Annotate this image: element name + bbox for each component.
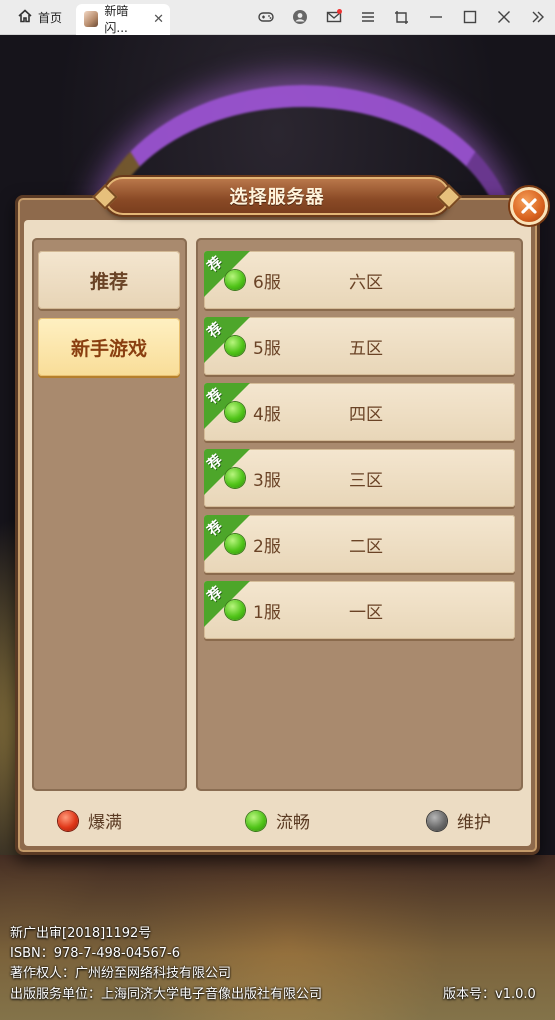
- status-smooth-icon: [225, 534, 245, 554]
- game-tab-label: 新暗闪...: [104, 4, 129, 35]
- copyright-holder: 著作权人：广州纷至网络科技有限公司: [10, 966, 232, 981]
- tab-close-icon[interactable]: ✕: [153, 12, 164, 27]
- menu-icon[interactable]: [351, 0, 385, 35]
- status-full-icon: [58, 810, 78, 831]
- status-smooth-icon: [225, 336, 245, 356]
- legend-full-label: 爆满: [88, 813, 122, 833]
- server-row[interactable]: 荐 2服 二区: [204, 515, 515, 573]
- status-maintenance-icon: [427, 810, 447, 831]
- category-recommended[interactable]: 推荐: [38, 251, 180, 309]
- publisher-text: 出版服务单位：上海同济大学电子音像出版社有限公司: [10, 987, 323, 1002]
- close-window-icon[interactable]: [487, 0, 521, 35]
- gamepad-icon[interactable]: [249, 0, 283, 35]
- server-row[interactable]: 荐 1服 一区: [204, 581, 515, 639]
- legend-full: 爆满: [58, 808, 122, 833]
- browser-toolbar: 首页 新暗闪... ✕: [0, 0, 555, 35]
- status-smooth-icon: [246, 810, 266, 831]
- game-favicon: [84, 11, 99, 27]
- double-chevron-right-icon[interactable]: [521, 0, 555, 35]
- home-tab[interactable]: 首页: [0, 0, 76, 35]
- status-smooth-icon: [225, 600, 245, 620]
- version-label: 版本号：v1.0.0: [443, 987, 536, 1002]
- user-avatar-icon[interactable]: [283, 0, 317, 35]
- legend-maintenance: 维护: [427, 808, 491, 833]
- server-row[interactable]: 荐 6服 六区: [204, 251, 515, 309]
- screenshot-icon[interactable]: [385, 0, 419, 35]
- server-zone: 三区: [349, 471, 383, 491]
- server-zone: 五区: [349, 339, 383, 359]
- server-row[interactable]: 荐 4服 四区: [204, 383, 515, 441]
- server-name: 6服: [253, 273, 281, 293]
- status-smooth-icon: [225, 270, 245, 290]
- legend-smooth-label: 流畅: [276, 813, 310, 833]
- isbn-text: ISBN：978-7-498-04567-6: [10, 946, 181, 961]
- legend-smooth: 流畅: [246, 808, 310, 833]
- status-smooth-icon: [225, 402, 245, 422]
- server-row[interactable]: 荐 3服 三区: [204, 449, 515, 507]
- maximize-icon[interactable]: [453, 0, 487, 35]
- server-name: 3服: [253, 471, 281, 491]
- close-dialog-button[interactable]: [510, 187, 548, 225]
- approval-number: 新广出审[2018]1192号: [10, 926, 152, 941]
- legend-maintenance-label: 维护: [457, 813, 491, 833]
- close-icon: [521, 198, 537, 214]
- server-zone: 一区: [349, 603, 383, 623]
- server-name: 2服: [253, 537, 281, 557]
- server-zone: 二区: [349, 537, 383, 557]
- status-smooth-icon: [225, 468, 245, 488]
- mail-icon[interactable]: [317, 0, 351, 35]
- server-name: 5服: [253, 339, 281, 359]
- home-icon: [18, 8, 32, 26]
- server-zone: 六区: [349, 273, 383, 293]
- notification-dot: [337, 8, 342, 14]
- minimize-icon[interactable]: [419, 0, 453, 35]
- category-new-player[interactable]: 新手游戏: [38, 318, 180, 376]
- game-tab[interactable]: 新暗闪... ✕: [76, 3, 171, 35]
- server-name: 1服: [253, 603, 281, 623]
- server-name: 4服: [253, 405, 281, 425]
- dialog-title: 选择服务器: [104, 177, 450, 215]
- server-zone: 四区: [349, 405, 383, 425]
- home-tab-label: 首页: [38, 10, 63, 25]
- server-row[interactable]: 荐 5服 五区: [204, 317, 515, 375]
